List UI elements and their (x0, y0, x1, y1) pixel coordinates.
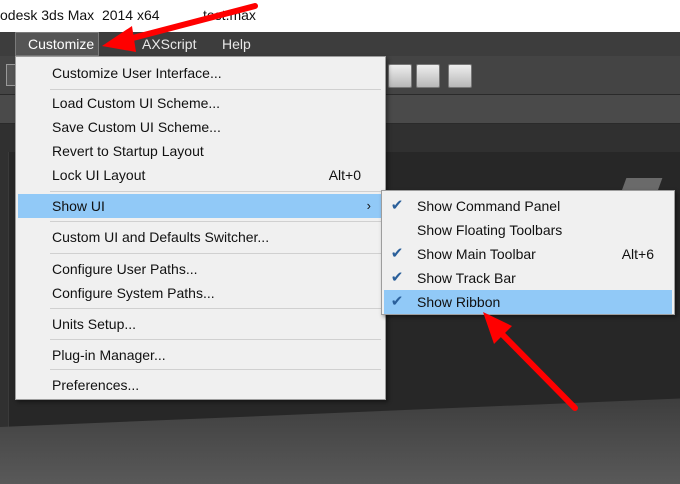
menu-item-lock-ui[interactable]: Lock UI Layout Alt+0 (18, 163, 383, 187)
menu-item-preferences[interactable]: Preferences... (18, 373, 383, 397)
submenu-item-show-main-toolbar[interactable]: ✔ Show Main Toolbar Alt+6 (384, 242, 672, 266)
submenu-item-label: Show Ribbon (417, 294, 501, 310)
menu-separator (50, 89, 381, 90)
submenu-item-show-track-bar[interactable]: ✔ Show Track Bar (384, 266, 672, 290)
menu-maxscript[interactable]: AXScript (134, 32, 204, 56)
menu-item-system-paths[interactable]: Configure System Paths... (18, 281, 383, 305)
render-setup-icon[interactable] (388, 64, 412, 88)
menu-item-label: Show UI (52, 198, 105, 214)
shortcut-label: Alt+0 (328, 167, 361, 183)
menu-item-label: Lock UI Layout (52, 167, 146, 183)
menu-separator (50, 191, 381, 192)
checkmark-icon: ✔ (390, 269, 404, 286)
file-name: test.max (203, 7, 256, 23)
checkmark-icon: ✔ (390, 197, 404, 214)
menu-item-label: Preferences... (52, 377, 140, 393)
menu-item-label: Customize User Interface... (52, 65, 222, 81)
menu-bar: Customize AXScript Help (0, 32, 680, 56)
menu-item-ui-switcher[interactable]: Custom UI and Defaults Switcher... (18, 225, 383, 249)
submenu-arrow-icon: › (366, 198, 371, 213)
checkmark-icon: ✔ (390, 293, 404, 310)
menu-item-units-setup[interactable]: Units Setup... (18, 312, 383, 336)
menu-separator (50, 308, 381, 309)
menu-item-label: Plug-in Manager... (52, 347, 166, 363)
submenu-item-show-floating-toolbars[interactable]: Show Floating Toolbars (384, 218, 672, 242)
menu-item-label: Units Setup... (52, 316, 137, 332)
menu-item-label: Save Custom UI Scheme... (52, 119, 221, 135)
show-ui-submenu: ✔ Show Command Panel Show Floating Toolb… (381, 190, 675, 315)
menu-item-revert-layout[interactable]: Revert to Startup Layout (18, 139, 383, 163)
menu-item-label: Revert to Startup Layout (52, 143, 204, 159)
menu-separator (50, 369, 381, 370)
submenu-item-label: Show Track Bar (417, 270, 516, 286)
menu-item-customize-ui[interactable]: Customize User Interface... (18, 61, 383, 85)
menu-item-plugin-manager[interactable]: Plug-in Manager... (18, 343, 383, 367)
menu-item-show-ui[interactable]: Show UI › (18, 194, 383, 218)
menu-help[interactable]: Help (214, 32, 259, 56)
checkmark-icon: ✔ (390, 245, 404, 262)
customize-dropdown-menu: Customize User Interface... Load Custom … (15, 56, 386, 400)
render-teapot-icon[interactable] (416, 64, 440, 88)
render-production-icon[interactable] (448, 64, 472, 88)
menu-separator (50, 339, 381, 340)
submenu-item-label: Show Floating Toolbars (417, 222, 563, 238)
menu-item-save-scheme[interactable]: Save Custom UI Scheme... (18, 115, 383, 139)
menu-item-label: Load Custom UI Scheme... (52, 95, 221, 111)
submenu-item-label: Show Main Toolbar (417, 246, 536, 262)
app-title: odesk 3ds Max 2014 x64 (0, 7, 160, 23)
shortcut-label: Alt+6 (621, 246, 654, 262)
menu-item-label: Configure System Paths... (52, 285, 215, 301)
title-bar: odesk 3ds Max 2014 x64 test.max (0, 0, 680, 32)
submenu-item-label: Show Command Panel (417, 198, 561, 214)
menu-separator (50, 221, 381, 222)
menu-customize[interactable]: Customize (15, 32, 99, 56)
submenu-item-show-ribbon[interactable]: ✔ Show Ribbon (384, 290, 672, 314)
submenu-item-show-command-panel[interactable]: ✔ Show Command Panel (384, 194, 672, 218)
menu-item-user-paths[interactable]: Configure User Paths... (18, 257, 383, 281)
menu-item-label: Configure User Paths... (52, 261, 198, 277)
menu-item-load-scheme[interactable]: Load Custom UI Scheme... (18, 91, 383, 115)
menu-item-label: Custom UI and Defaults Switcher... (52, 229, 270, 245)
menu-separator (50, 253, 381, 254)
